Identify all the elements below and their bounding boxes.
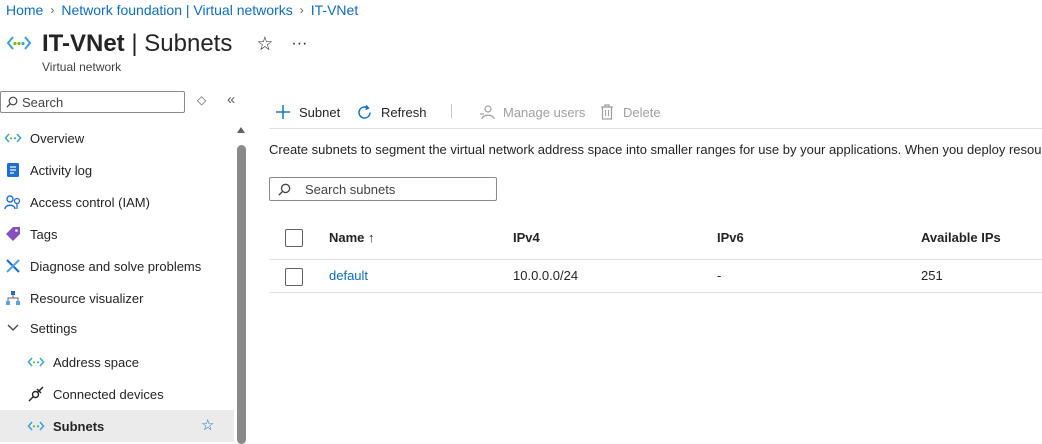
collapse-sidebar-icon[interactable]: « xyxy=(227,91,235,108)
column-header-name[interactable]: Name ↑ xyxy=(329,230,375,245)
sidebar-item-label: Diagnose and solve problems xyxy=(30,258,202,274)
manage-users-label: Manage users xyxy=(503,104,586,120)
subnet-available-ips: 251 xyxy=(921,268,943,283)
sidebar-item-label: Resource visualizer xyxy=(30,290,144,306)
activity-log-icon xyxy=(4,161,22,179)
hierarchy-icon xyxy=(4,289,22,307)
vnet-icon xyxy=(27,417,45,435)
sidebar-item-address-space[interactable]: Address space xyxy=(0,346,234,378)
scroll-up-arrow-icon[interactable] xyxy=(237,127,245,133)
breadcrumb-virtual-networks[interactable]: Network foundation | Virtual networks xyxy=(61,2,292,18)
sidebar-item-connected-devices[interactable]: Connected devices xyxy=(0,378,234,410)
toolbar-divider-line xyxy=(269,128,1042,129)
section-name: Subnets xyxy=(144,30,233,57)
column-header-ipv6[interactable]: IPv6 xyxy=(717,230,744,245)
sidebar-group-settings[interactable]: Settings xyxy=(0,312,234,344)
subnet-search[interactable] xyxy=(269,177,497,201)
breadcrumb-home[interactable]: Home xyxy=(6,2,43,18)
sidebar-item-label: Access control (IAM) xyxy=(30,194,150,210)
page-description: Create subnets to segment the virtual ne… xyxy=(269,142,1042,157)
breadcrumb: Home › Network foundation | Virtual netw… xyxy=(6,2,358,18)
search-icon xyxy=(6,96,18,108)
chevron-down-icon xyxy=(4,319,22,337)
vnet-icon xyxy=(4,129,22,147)
sidebar-item-access-control[interactable]: Access control (IAM) xyxy=(0,186,234,218)
manage-users-icon xyxy=(479,104,495,120)
star-icon[interactable]: ☆ xyxy=(201,416,214,434)
sidebar-item-label: Activity log xyxy=(30,162,93,178)
delete-button[interactable]: Delete xyxy=(600,101,661,123)
column-header-available-ips[interactable]: Available IPs xyxy=(921,230,1001,245)
sort-icon[interactable]: ◇ xyxy=(197,93,206,107)
table-row-divider xyxy=(269,292,1042,293)
search-icon xyxy=(278,183,291,196)
manage-users-button[interactable]: Manage users xyxy=(479,101,585,123)
add-subnet-button[interactable]: Subnet xyxy=(275,101,340,123)
chevron-right-icon: › xyxy=(299,3,304,17)
table-header-divider xyxy=(269,259,1042,260)
tag-icon xyxy=(4,225,22,243)
sidebar-item-label: Address space xyxy=(53,354,139,370)
sidebar-item-activity-log[interactable]: Activity log xyxy=(0,154,234,186)
resource-name: IT-VNet xyxy=(42,30,125,57)
delete-label: Delete xyxy=(623,104,661,120)
add-subnet-label: Subnet xyxy=(299,104,341,120)
page-title: IT-VNet | Subnets xyxy=(42,30,233,57)
sidebar-item-label: Tags xyxy=(30,226,58,242)
column-header-ipv4[interactable]: IPv4 xyxy=(513,230,540,245)
subnet-ipv4: 10.0.0.0/24 xyxy=(513,268,579,283)
star-icon[interactable]: ☆ xyxy=(256,33,273,56)
sidebar-item-subnets[interactable]: Subnets ☆ xyxy=(0,410,234,442)
refresh-icon xyxy=(356,104,373,121)
resource-type: Virtual network xyxy=(42,60,122,74)
trash-icon xyxy=(600,104,614,120)
refresh-label: Refresh xyxy=(381,104,427,120)
toolbar-divider xyxy=(451,104,452,118)
sidebar-item-diagnose[interactable]: Diagnose and solve problems xyxy=(0,250,234,282)
sidebar-item-resource-visualizer[interactable]: Resource visualizer xyxy=(0,282,234,314)
sidebar-item-overview[interactable]: Overview xyxy=(0,122,234,154)
sidebar-item-tags[interactable]: Tags xyxy=(0,218,234,250)
row-checkbox[interactable] xyxy=(285,268,303,286)
more-options-icon[interactable]: ··· xyxy=(291,35,307,53)
sidebar-search-input[interactable] xyxy=(18,94,172,110)
vnet-icon xyxy=(6,33,32,56)
sidebar-item-label: Settings xyxy=(30,320,77,336)
subnet-name-link[interactable]: default xyxy=(329,268,368,283)
iam-icon xyxy=(4,193,22,211)
subnet-ipv6: - xyxy=(717,268,722,283)
page-header: IT-VNet | Subnets ☆ ··· xyxy=(6,30,307,58)
vnet-icon xyxy=(27,353,45,371)
plus-icon xyxy=(275,104,291,120)
sidebar-item-label: Connected devices xyxy=(53,386,164,402)
plug-icon xyxy=(27,385,45,403)
sidebar-item-label: Subnets xyxy=(53,418,105,434)
subnet-search-input[interactable] xyxy=(299,181,495,197)
chevron-right-icon: › xyxy=(50,3,55,17)
sidebar-item-label: Overview xyxy=(30,130,85,146)
refresh-button[interactable]: Refresh xyxy=(356,101,427,123)
sidebar-search[interactable] xyxy=(0,91,185,113)
select-all-checkbox[interactable] xyxy=(285,229,303,247)
wrench-icon xyxy=(4,257,22,275)
sidebar-scrollbar[interactable] xyxy=(237,145,246,444)
breadcrumb-it-vnet[interactable]: IT-VNet xyxy=(311,2,358,18)
